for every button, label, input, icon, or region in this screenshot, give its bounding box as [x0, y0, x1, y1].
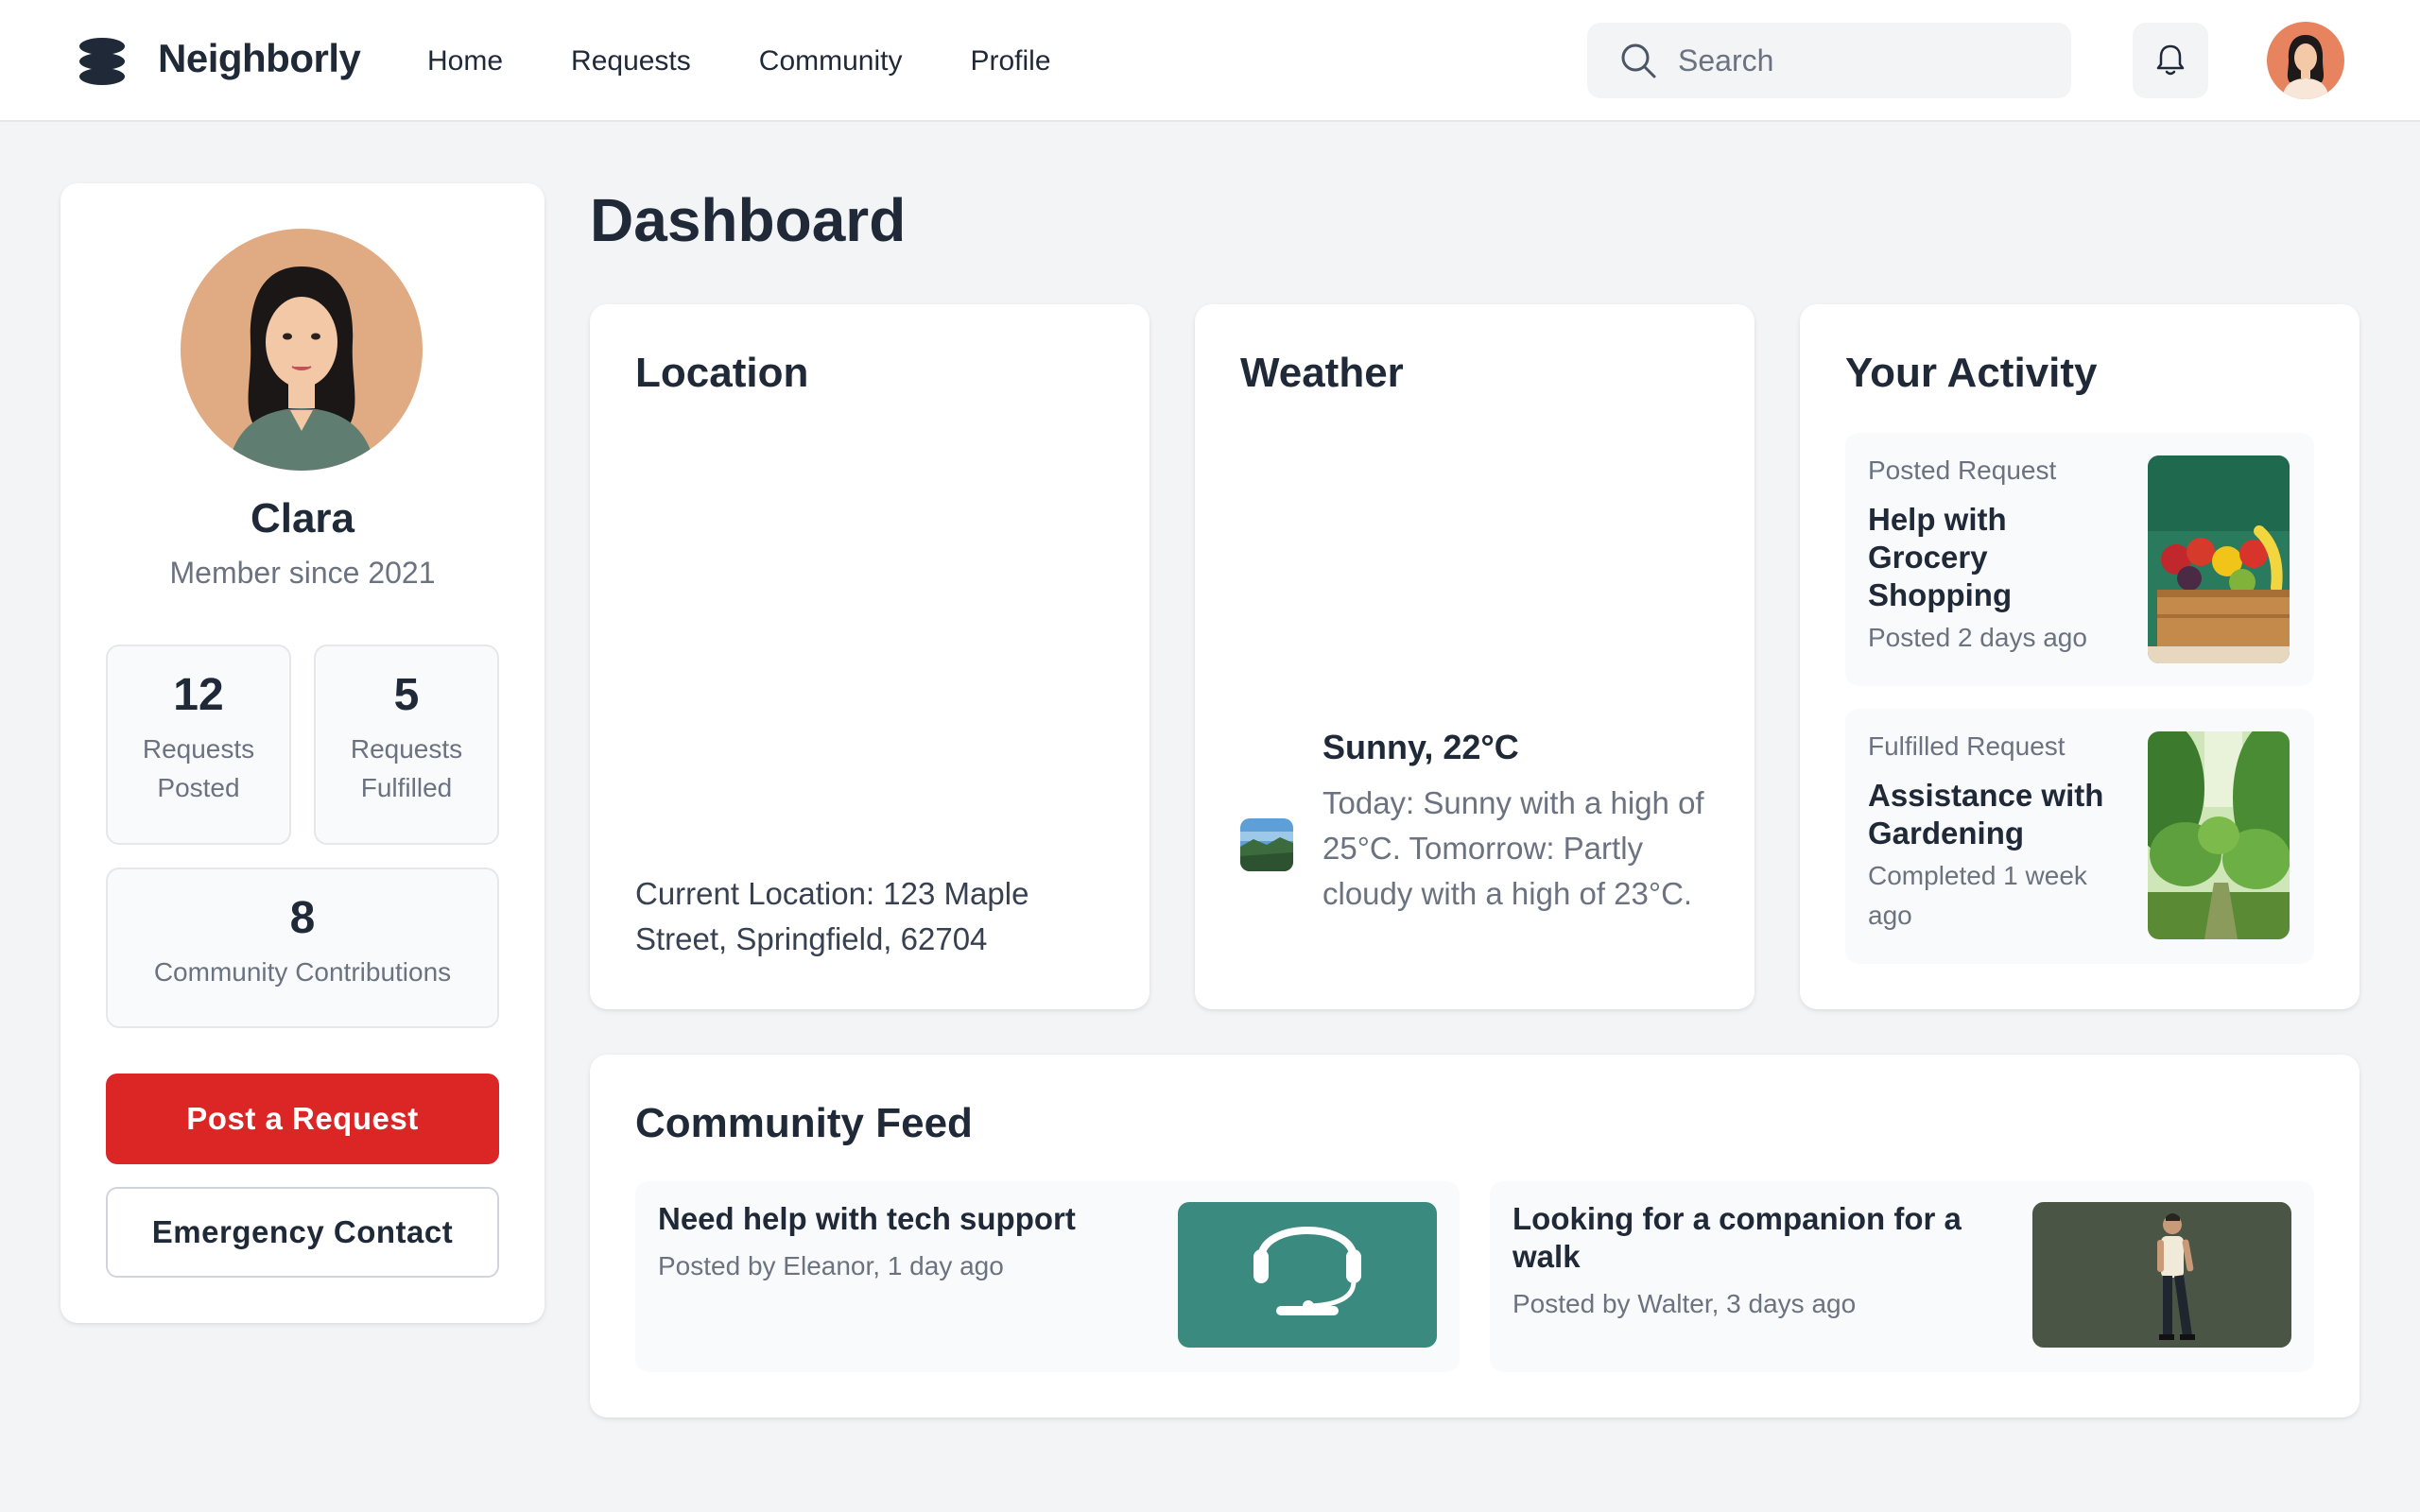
top-navigation-bar: Neighborly Home Requests Community Profi…	[0, 0, 2420, 122]
feed-item-title: Need help with tech support	[658, 1201, 1076, 1236]
nav-requests[interactable]: Requests	[571, 44, 691, 78]
profile-name: Clara	[250, 495, 355, 541]
stat-value: 12	[173, 670, 224, 720]
community-feed-card: Community Feed Need help with tech suppo…	[590, 1055, 2360, 1418]
logo-icon[interactable]	[78, 38, 127, 85]
weather-title: Weather	[1240, 350, 1404, 396]
profile-card: Clara Member since 2021 12 Requests Post…	[60, 183, 544, 1323]
activity-kind: Fulfilled Request	[1868, 731, 2066, 761]
activity-kind: Posted Request	[1868, 455, 2057, 485]
activity-title-text: Assistance with Gardening	[1868, 778, 2104, 850]
search-box	[1587, 23, 2071, 98]
stat-label: Community Contributions	[153, 957, 452, 987]
feed-item[interactable]: Looking for a companion for a walk Poste…	[1490, 1181, 2314, 1372]
page-title: Dashboard	[590, 186, 907, 254]
location-card: Location Current Location: 123 Maple Str…	[590, 304, 1150, 1009]
emergency-contact-button[interactable]: Emergency Contact	[106, 1187, 499, 1278]
notifications-button[interactable]	[2133, 23, 2208, 98]
feed-item-meta: Posted by Walter, 3 days ago	[1512, 1289, 1857, 1318]
activity-meta: Completed 1 week ago	[1868, 861, 2087, 930]
grocery-crate-image	[2148, 455, 2290, 663]
activity-card: Your Activity Posted Request Help with G…	[1800, 304, 2360, 1009]
activity-title-text: Help with Grocery Shopping	[1868, 502, 2013, 612]
activity-title: Your Activity	[1845, 350, 2098, 396]
activity-meta: Posted 2 days ago	[1868, 623, 2087, 652]
garden-image	[2148, 731, 2290, 939]
feed-item-title: Looking for a companion for a walk	[1512, 1201, 1962, 1274]
weather-headline: Sunny, 22°C	[1322, 728, 1519, 766]
user-avatar[interactable]	[2267, 22, 2344, 99]
stat-community-contributions: 8 Community Contributions	[106, 868, 499, 1028]
stat-requests-fulfilled: 5 Requests Fulfilled	[314, 644, 499, 845]
headset-image	[1178, 1202, 1437, 1348]
stat-requests-posted: 12 Requests Posted	[106, 644, 291, 845]
nav-home[interactable]: Home	[427, 44, 503, 78]
bell-icon	[2156, 44, 2185, 76]
feed-item[interactable]: Need help with tech support Posted by El…	[635, 1181, 1460, 1372]
feed-title: Community Feed	[635, 1100, 973, 1146]
current-location-text: Current Location: 123 Maple Street, Spri…	[635, 876, 1029, 956]
stat-value: 5	[393, 670, 420, 720]
search-icon	[1621, 43, 1656, 78]
search-input[interactable]	[1676, 23, 2054, 98]
weather-icon	[1240, 818, 1293, 871]
nav-community[interactable]: Community	[759, 44, 903, 78]
profile-avatar	[181, 229, 423, 471]
stat-label: Requests Fulfilled	[350, 734, 463, 802]
weather-card: Weather Sunny, 22°C Today: Sunny with a …	[1195, 304, 1754, 1009]
member-since: Member since 2021	[169, 556, 436, 590]
activity-item[interactable]: Fulfilled Request Assistance with Garden…	[1845, 709, 2314, 964]
post-request-button[interactable]: Post a Request	[106, 1074, 499, 1164]
location-title: Location	[635, 350, 809, 396]
feed-item-meta: Posted by Eleanor, 1 day ago	[658, 1251, 1004, 1280]
stat-value: 8	[289, 893, 316, 943]
main-nav: Home Requests Community Profile	[427, 44, 1119, 78]
walking-man-image	[2032, 1202, 2291, 1348]
weather-description: Today: Sunny with a high of 25°C. Tomorr…	[1322, 785, 1704, 911]
activity-item[interactable]: Posted Request Help with Grocery Shoppin…	[1845, 433, 2314, 686]
brand-name[interactable]: Neighborly	[158, 36, 361, 81]
nav-profile[interactable]: Profile	[970, 44, 1050, 78]
stat-label: Requests Posted	[142, 734, 255, 802]
